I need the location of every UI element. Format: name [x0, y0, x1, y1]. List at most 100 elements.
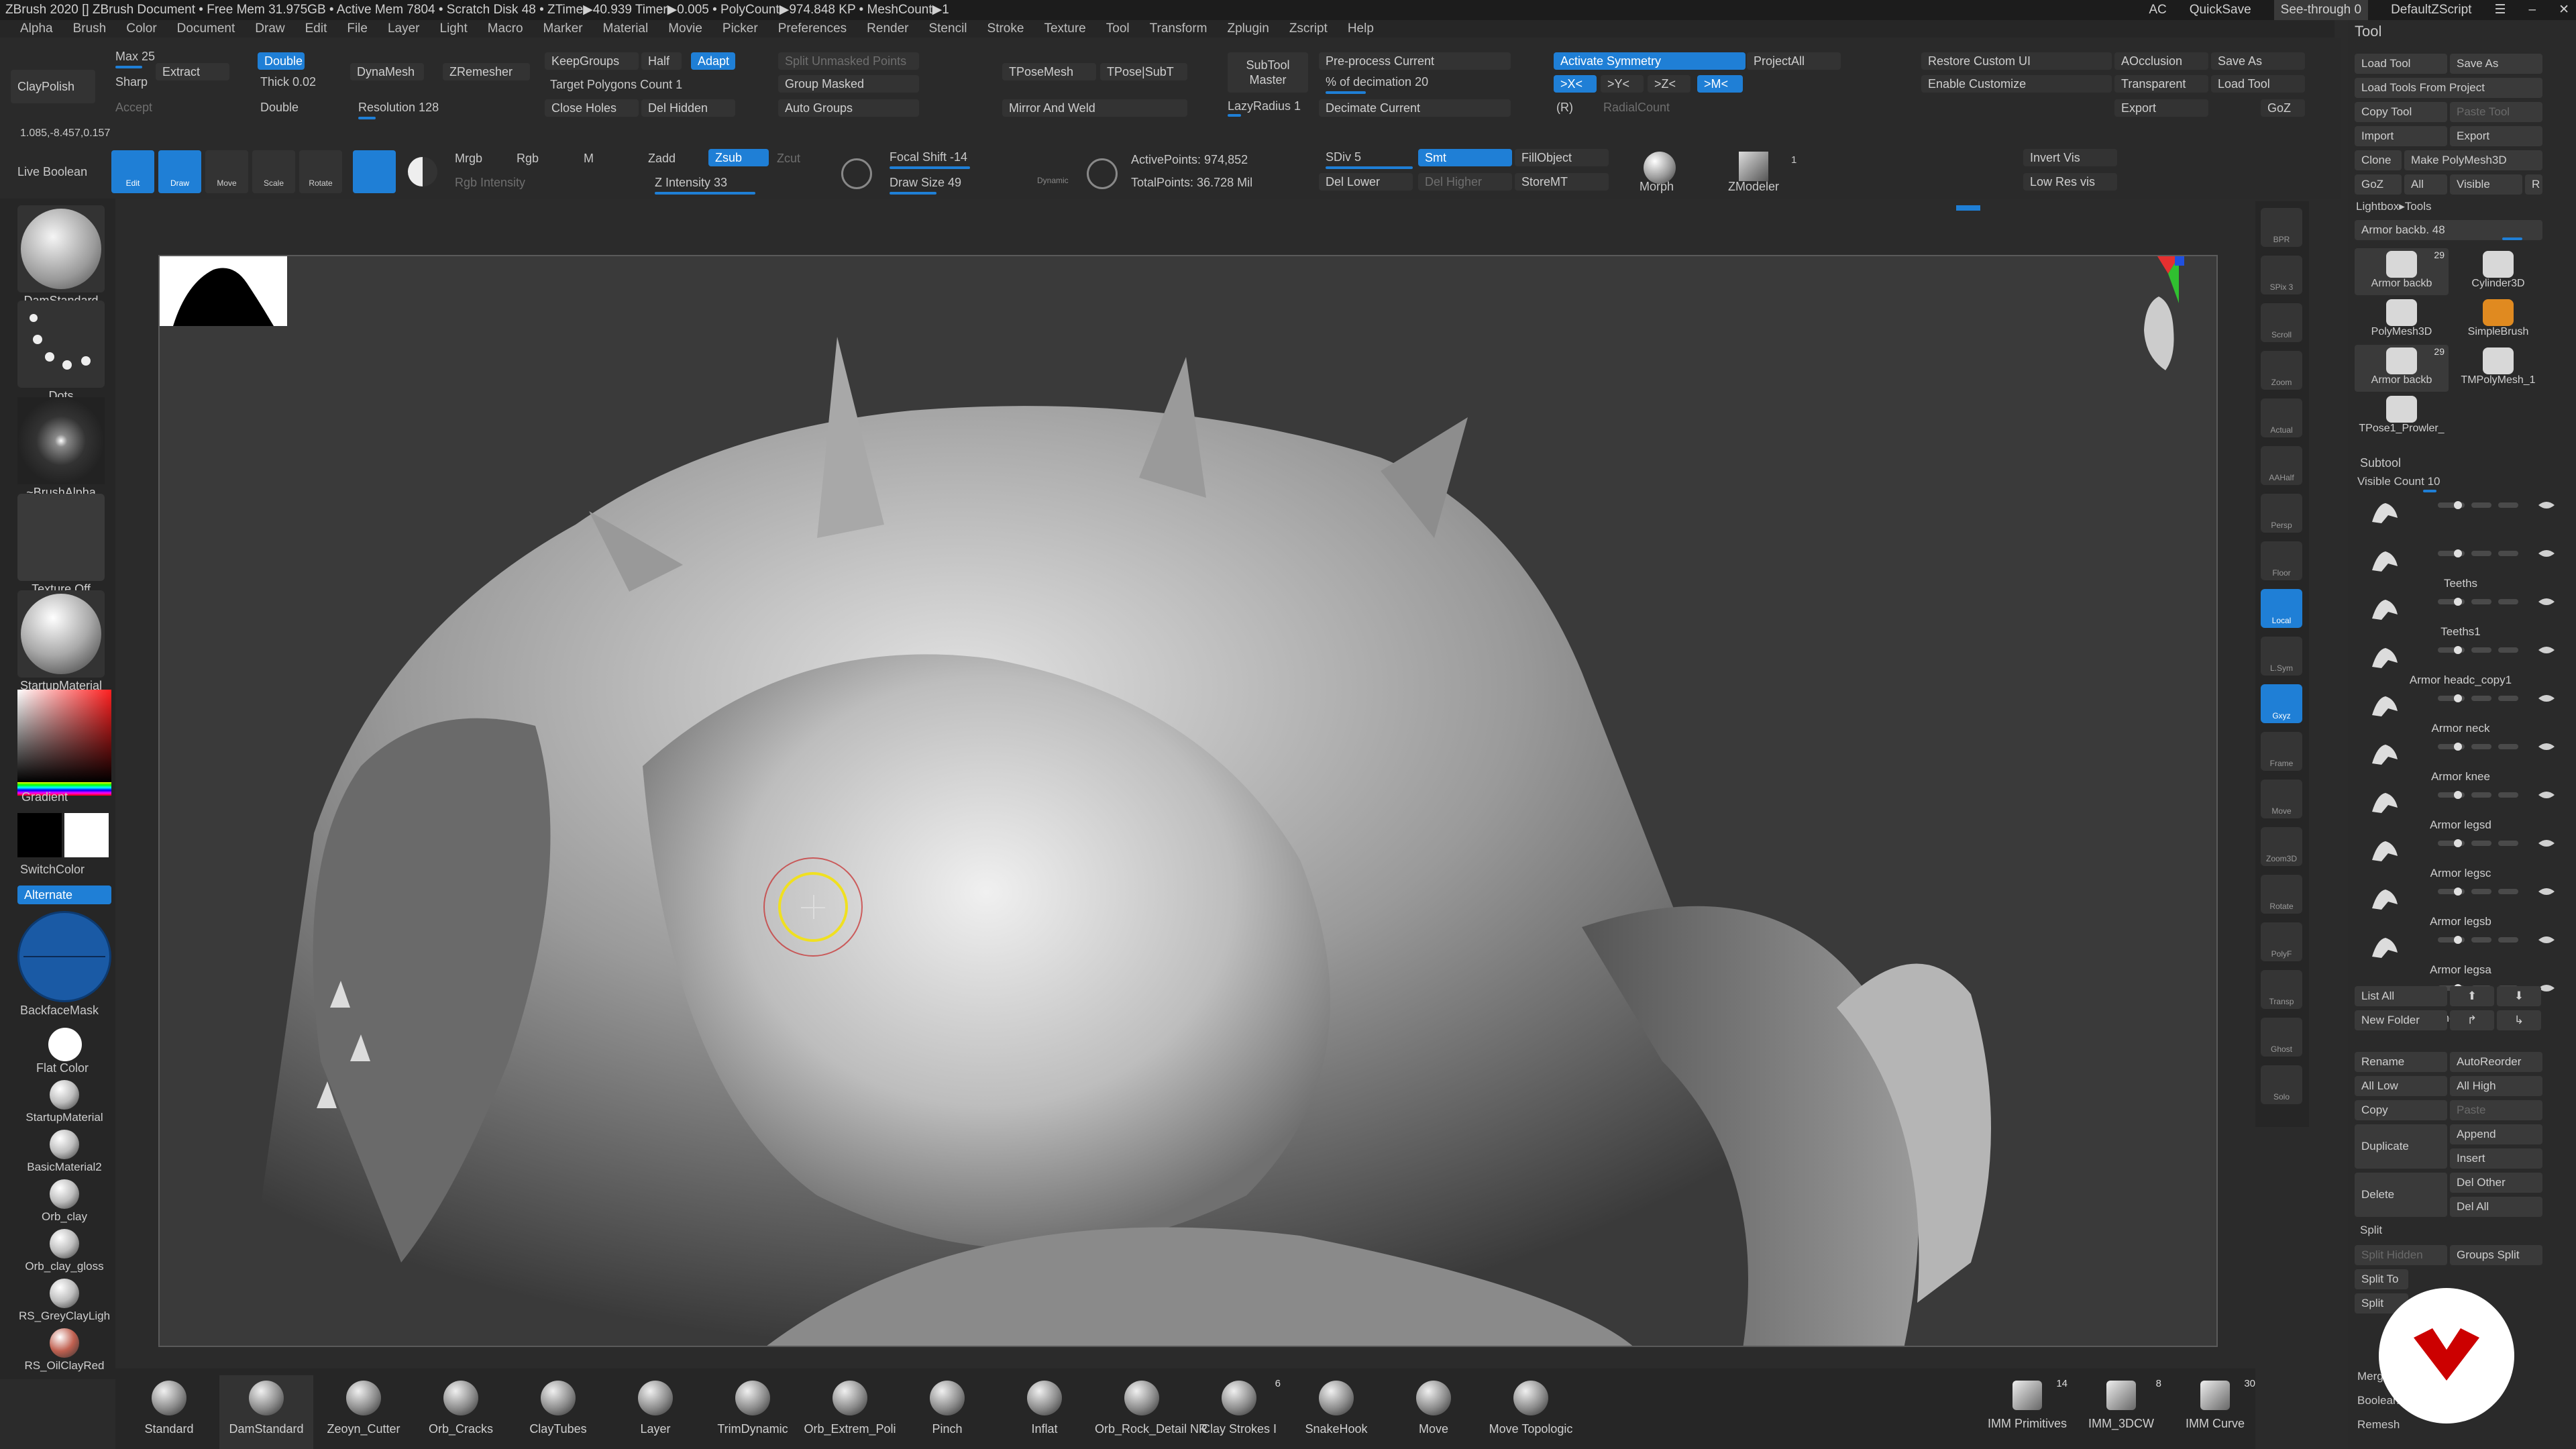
- menu-preferences[interactable]: Preferences: [778, 21, 847, 36]
- tool-thumbnail[interactable]: TMPolyMesh_1: [2451, 345, 2545, 392]
- primary-color-swatch[interactable]: [64, 813, 109, 857]
- subtool-row[interactable]: Teeths: [2360, 543, 2561, 590]
- nav-persp[interactable]: Persp: [2261, 494, 2302, 533]
- import-button[interactable]: Import: [2355, 126, 2447, 146]
- dynamic-toggle[interactable]: Dynamic: [1037, 176, 1069, 185]
- export-button[interactable]: Export: [2114, 99, 2208, 117]
- subtool-row[interactable]: Armor knee: [2360, 737, 2561, 784]
- split-to-button[interactable]: Split To: [2355, 1269, 2408, 1289]
- smt-button[interactable]: Smt: [1418, 149, 1512, 166]
- backfacemask-label[interactable]: BackfaceMask: [20, 1004, 99, 1018]
- menu-alpha[interactable]: Alpha: [20, 21, 53, 36]
- dynamesh-button[interactable]: DynaMesh: [350, 63, 424, 80]
- duplicate-button[interactable]: Duplicate: [2355, 1124, 2447, 1169]
- subtool-toggles[interactable]: [2438, 742, 2559, 751]
- alternate-button[interactable]: Alternate: [17, 885, 111, 904]
- zadd-button[interactable]: Zadd: [648, 152, 676, 166]
- all-high-button[interactable]: All High: [2450, 1076, 2542, 1096]
- move-down-icon[interactable]: ↳: [2497, 1010, 2541, 1030]
- fillobject-button[interactable]: FillObject: [1515, 149, 1609, 166]
- nav-scroll[interactable]: Scroll: [2261, 303, 2302, 342]
- export-button[interactable]: Export: [2450, 126, 2542, 146]
- half-button[interactable]: Half: [641, 52, 682, 70]
- nav-polyf[interactable]: PolyF: [2261, 922, 2302, 961]
- backfacemask-icon[interactable]: [17, 911, 111, 1002]
- tool-thumbnail[interactable]: SimpleBrush: [2451, 297, 2545, 343]
- tposemesh-button[interactable]: TPoseMesh: [1002, 63, 1096, 80]
- aocclusion-button[interactable]: AOcclusion: [2114, 52, 2208, 70]
- all-low-button[interactable]: All Low: [2355, 1076, 2447, 1096]
- material-slot[interactable]: RS_OilClayRed: [17, 1328, 111, 1375]
- rename-button[interactable]: Rename: [2355, 1052, 2447, 1072]
- thick-slider[interactable]: Thick 0.02: [260, 75, 316, 89]
- nav-zoom3d[interactable]: Zoom3D: [2261, 827, 2302, 866]
- split-header[interactable]: Split: [2360, 1224, 2382, 1237]
- groups-split-button[interactable]: Groups Split: [2450, 1245, 2542, 1265]
- z-intensity-slider[interactable]: Z Intensity 33: [655, 176, 727, 190]
- move-up-icon[interactable]: ↱: [2450, 1010, 2494, 1030]
- brush-slot[interactable]: TrimDynamic: [706, 1375, 800, 1449]
- append-button[interactable]: Append: [2450, 1124, 2542, 1144]
- invert-vis-button[interactable]: Invert Vis: [2023, 149, 2117, 166]
- brush-slot[interactable]: Zeoyn_Cutter: [317, 1375, 411, 1449]
- nav-ghost[interactable]: Ghost: [2261, 1018, 2302, 1057]
- tool-thumbnail[interactable]: Armor backb 29: [2355, 248, 2449, 295]
- morph-button[interactable]: Morph: [1640, 180, 1674, 194]
- menu-light[interactable]: Light: [440, 21, 468, 36]
- nav-l-sym[interactable]: L.Sym: [2261, 637, 2302, 676]
- menu-help[interactable]: Help: [1348, 21, 1374, 36]
- minimize-icon[interactable]: –: [2529, 0, 2536, 20]
- menu-material[interactable]: Material: [603, 21, 649, 36]
- del-higher-button[interactable]: Del Higher: [1418, 173, 1512, 191]
- all-button[interactable]: All: [2404, 174, 2447, 195]
- menu-texture[interactable]: Texture: [1044, 21, 1085, 36]
- lightbox-tools-button[interactable]: Lightbox▸Tools: [2356, 200, 2432, 213]
- gradient-label[interactable]: Gradient: [21, 790, 68, 804]
- split-unmasked-button[interactable]: Split Unmasked Points: [778, 52, 919, 70]
- brush-slot[interactable]: Move Topologic: [1484, 1375, 1578, 1449]
- double-toggle-on[interactable]: Double: [258, 52, 305, 70]
- nav-local[interactable]: Local: [2261, 589, 2302, 628]
- subtool-toggles[interactable]: [2438, 694, 2559, 703]
- paste-button[interactable]: Paste: [2450, 1100, 2542, 1120]
- subtool-row[interactable]: Armor legsd: [2360, 785, 2561, 832]
- target-polygons-slider[interactable]: Target Polygons Count 1: [550, 78, 682, 92]
- switchcolor-button[interactable]: SwitchColor: [20, 863, 85, 877]
- texture-thumbnail[interactable]: Texture Off: [17, 494, 105, 596]
- sdiv-slider[interactable]: SDiv 5: [1326, 150, 1361, 164]
- subtool-row[interactable]: Armor headc_copy1: [2360, 640, 2561, 687]
- material-slot[interactable]: BasicMaterial2: [17, 1130, 111, 1177]
- copy-tool-button[interactable]: Copy Tool: [2355, 102, 2447, 122]
- quicksave-button[interactable]: QuickSave: [2190, 0, 2251, 20]
- brush-slot[interactable]: Orb_Rock_Detail NR: [1095, 1375, 1208, 1449]
- mrgb-button[interactable]: Mrgb: [455, 152, 482, 166]
- subtool-toggles[interactable]: [2438, 839, 2559, 848]
- activate-symmetry-button[interactable]: Activate Symmetry: [1554, 52, 1746, 70]
- tool-thumbnail[interactable]: Cylinder3D: [2451, 248, 2545, 295]
- material-slot[interactable]: RS_GreyClayLigh: [17, 1279, 111, 1326]
- navigation-head-icon[interactable]: [2125, 256, 2186, 384]
- subtool-row[interactable]: [2360, 495, 2561, 542]
- nav-rotate[interactable]: Rotate: [2261, 875, 2302, 914]
- low-res-vis-button[interactable]: Low Res vis: [2023, 173, 2117, 191]
- goz-button[interactable]: GoZ: [2355, 174, 2402, 195]
- edit-mode-button[interactable]: Edit: [111, 150, 154, 193]
- default-zscript-button[interactable]: DefaultZScript: [2391, 0, 2471, 20]
- paste-tool-button[interactable]: Paste Tool: [2450, 102, 2542, 122]
- radial-toggle[interactable]: (R): [1556, 101, 1573, 115]
- accept-button[interactable]: Accept: [115, 101, 152, 115]
- claypolish-button[interactable]: ClayPolish: [11, 70, 95, 103]
- nav-floor[interactable]: Floor: [2261, 541, 2302, 580]
- nav-actual[interactable]: Actual: [2261, 398, 2302, 437]
- load-tools-from-project-button[interactable]: Load Tools From Project: [2355, 78, 2542, 98]
- nav-frame[interactable]: Frame: [2261, 732, 2302, 771]
- brush-slot[interactable]: Inflat: [998, 1375, 1091, 1449]
- radialcount-slider[interactable]: RadialCount: [1603, 101, 1670, 115]
- split-hidden-button[interactable]: Split Hidden: [2355, 1245, 2447, 1265]
- delete-button[interactable]: Delete: [2355, 1173, 2447, 1217]
- nav-zoom[interactable]: Zoom: [2261, 351, 2302, 390]
- transparent-button[interactable]: Transparent: [2114, 75, 2208, 93]
- brush-slot[interactable]: DamStandard: [219, 1375, 313, 1449]
- double-toggle[interactable]: Double: [260, 101, 299, 115]
- menu-macro[interactable]: Macro: [488, 21, 523, 36]
